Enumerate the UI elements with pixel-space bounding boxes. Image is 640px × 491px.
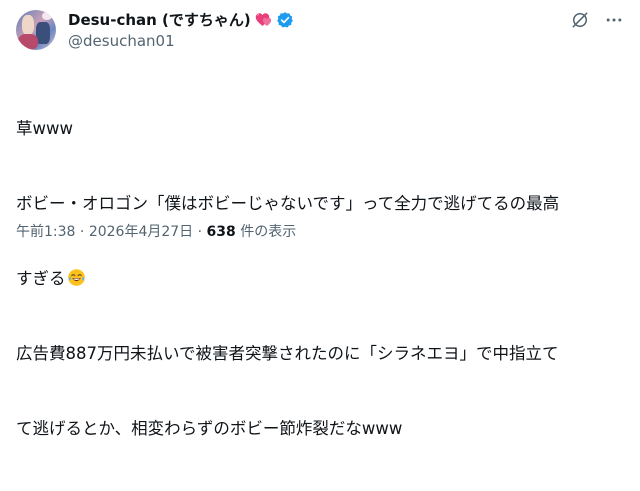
tweet-line-text: すぎる xyxy=(16,269,66,288)
tweet-text: 草www ボビー・オロゴン「僕はボビーじゃないです」って全力で逃げてるの最高 す… xyxy=(16,66,624,491)
grok-icon[interactable] xyxy=(570,10,590,30)
laughing-tears-emoji-icon xyxy=(67,269,85,286)
meta-separator: · xyxy=(193,224,207,240)
tweet-date[interactable]: 2026年4月27日 xyxy=(89,224,193,240)
tweet-line-with-emoji: すぎる xyxy=(16,266,624,291)
views-label: 件の表示 xyxy=(235,224,297,240)
tweet-line: ボビー・オロゴン「僕はボビーじゃないです」って全力で逃げてるの最高 xyxy=(16,194,560,213)
tweet-line: 広告費887万円未払いで被害者突撃されたのに「シラネエヨ」で中指立て xyxy=(16,344,559,363)
tweet-meta: 午前1:38 · 2026年4月27日 · 638 件の表示 xyxy=(16,222,296,242)
more-icon[interactable] xyxy=(604,10,624,30)
tweet-line: 草www xyxy=(16,119,73,138)
heart-icon xyxy=(255,13,271,26)
author-handle[interactable]: @desuchan01 xyxy=(68,31,294,51)
display-name[interactable]: Desu-chan (ですちゃん) xyxy=(68,10,251,30)
avatar[interactable] xyxy=(16,10,56,50)
tweet-card: Desu-chan (ですちゃん) @desuchan01 草www ボビー・オ… xyxy=(0,0,640,438)
meta-separator: · xyxy=(75,224,89,240)
verified-badge-icon[interactable] xyxy=(276,11,294,29)
tweet-time[interactable]: 午前1:38 xyxy=(16,224,75,240)
author-names: Desu-chan (ですちゃん) @desuchan01 xyxy=(68,10,294,51)
tweet-line: て逃げるとか、相変わらずのボビー節炸裂だなwww xyxy=(16,419,403,438)
header-actions xyxy=(556,10,624,30)
display-name-row: Desu-chan (ですちゃん) xyxy=(68,10,294,30)
views-count[interactable]: 638 xyxy=(207,224,236,240)
tweet-header: Desu-chan (ですちゃん) @desuchan01 xyxy=(16,10,624,54)
